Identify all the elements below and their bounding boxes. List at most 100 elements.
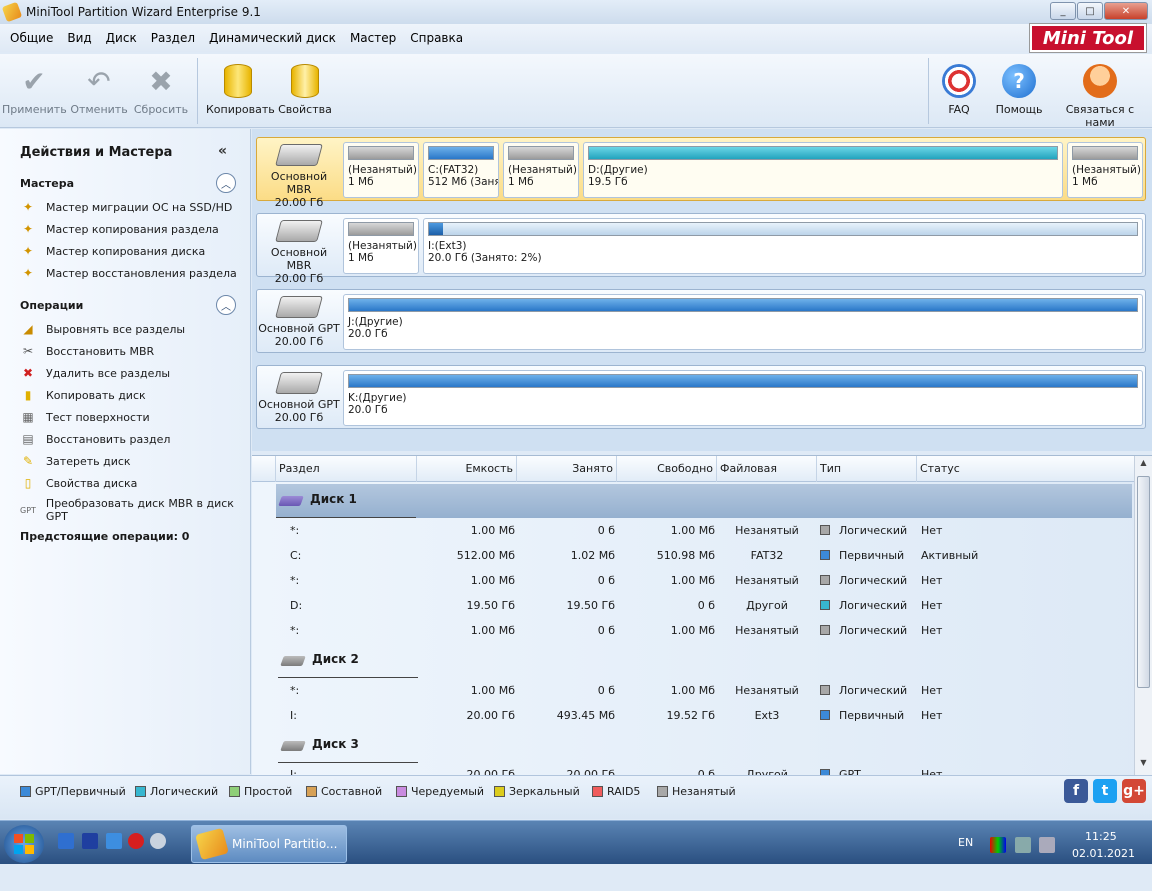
wizards-collapse-icon[interactable]: ︿: [216, 173, 236, 193]
disk-group-row[interactable]: Диск 1: [276, 484, 1132, 518]
network-icon[interactable]: [1015, 837, 1031, 853]
contact-button[interactable]: Связаться с нами: [1052, 64, 1148, 129]
partition-block[interactable]: J:(Другие) 20.0 Гб: [343, 294, 1143, 350]
usage-fill: [429, 223, 444, 235]
table-cell: 20.00 Гб: [466, 768, 515, 775]
table-row[interactable]: *: 1.00 Мб 0 б 1.00 Мб Незанятый Логический Не…: [252, 568, 1134, 593]
properties-icon: ▯: [24, 476, 32, 490]
discard-button[interactable]: ✖ Сбросить: [129, 64, 193, 117]
partition-block[interactable]: I:(Ext3) 20.0 Гб (Занято: 2%): [423, 218, 1143, 274]
partition-block[interactable]: (Незанятый) 1 Мб: [343, 142, 419, 198]
op-copy-disk[interactable]: ▮ Копировать диск: [20, 387, 146, 403]
legend-item: Чередуемый: [396, 785, 484, 798]
table-cell: 1.00 Мб: [470, 624, 515, 637]
partition-block[interactable]: K:(Другие) 20.0 Гб: [343, 370, 1143, 426]
type-color-swatch: [820, 550, 830, 560]
wizard-migrate-os[interactable]: ✦ Мастер миграции ОС на SSD/HD: [20, 199, 232, 215]
clock-date: 02.01.2021: [1072, 847, 1135, 860]
wizard-copy-disk[interactable]: ✦ Мастер копирования диска: [20, 243, 205, 259]
menu-partition[interactable]: Раздел: [151, 31, 195, 45]
wizard-wand-icon: ✦: [22, 222, 34, 236]
table-scrollbar[interactable]: ▲ ▼: [1134, 456, 1152, 775]
apply-label: Применить: [2, 103, 67, 116]
quicklaunch-tool-icon[interactable]: [150, 833, 166, 849]
op-wipe-disk[interactable]: ✎ Затереть диск: [20, 453, 131, 469]
wizard-copy-partition[interactable]: ✦ Мастер копирования раздела: [20, 221, 219, 237]
table-row[interactable]: I: 20.00 Гб 493.45 Мб 19.52 Гб Ext3 Первичный…: [252, 703, 1134, 728]
op-disk-properties[interactable]: ▯ Свойства диска: [20, 475, 138, 491]
start-button[interactable]: [4, 825, 44, 863]
google-plus-icon[interactable]: g+: [1122, 779, 1146, 803]
menu-wizard[interactable]: Мастер: [350, 31, 396, 45]
table-cell: 1.00 Мб: [670, 684, 715, 697]
menu-dynamic-disk[interactable]: Динамический диск: [209, 31, 336, 45]
convert-icon: GPT: [20, 505, 36, 515]
scroll-down-icon[interactable]: ▼: [1135, 758, 1152, 774]
col-capacity[interactable]: Емкость: [417, 456, 517, 482]
taskbar-app-minitool[interactable]: MiniTool Partitio...: [191, 825, 347, 863]
menu-general[interactable]: Общие: [10, 31, 53, 45]
col-type[interactable]: Тип: [817, 456, 917, 482]
scroll-thumb[interactable]: [1137, 476, 1150, 688]
help-button[interactable]: ? Помощь: [987, 64, 1051, 116]
scroll-up-icon[interactable]: ▲: [1135, 458, 1152, 474]
close-button[interactable]: ✕: [1104, 2, 1148, 20]
op-surface-test[interactable]: ▦ Тест поверхности: [20, 409, 149, 425]
quicklaunch-save-icon[interactable]: [82, 833, 98, 849]
disk-map-row-1[interactable]: Основной MBR 20.00 Гб (Незанятый) 1 Мб C:…: [256, 137, 1146, 209]
undo-button[interactable]: ↶ Отменить: [67, 64, 131, 117]
col-filesystem[interactable]: Файловая система: [717, 456, 817, 501]
op-align-partitions[interactable]: ◢ Выровнять все разделы: [20, 321, 185, 337]
twitter-icon[interactable]: t: [1093, 779, 1117, 803]
partition-block[interactable]: (Незанятый) 1 Мб: [1067, 142, 1143, 198]
facebook-icon[interactable]: f: [1064, 779, 1088, 803]
col-used[interactable]: Занято: [517, 456, 617, 482]
partition-block[interactable]: (Незанятый) 1 Мб: [343, 218, 419, 274]
table-row[interactable]: D: 19.50 Гб 19.50 Гб 0 б Другой Логический Нет: [252, 593, 1134, 618]
col-partition[interactable]: Раздел: [276, 456, 417, 482]
menu-help[interactable]: Справка: [410, 31, 463, 45]
table-cell: 1.00 Мб: [470, 574, 515, 587]
table-row[interactable]: *: 1.00 Мб 0 б 1.00 Мб Незанятый Логический Не…: [252, 678, 1134, 703]
disk-group-row[interactable]: Диск 3: [278, 729, 1134, 763]
op-delete-all[interactable]: ✖ Удалить все разделы: [20, 365, 170, 381]
table-row[interactable]: C: 512.00 Мб 1.02 Мб 510.98 Мб FAT32 Первичны…: [252, 543, 1134, 568]
table-cell: Другой: [746, 768, 788, 775]
operations-collapse-icon[interactable]: ︿: [216, 295, 236, 315]
quicklaunch-window-icon[interactable]: [106, 833, 122, 849]
minimize-button[interactable]: _: [1050, 2, 1076, 20]
legend-item: Простой: [229, 785, 292, 798]
col-status[interactable]: Статус: [917, 456, 1134, 482]
legend-bar: GPT/Первичный Логический Простой Составной Ч…: [0, 775, 1152, 819]
display-icon[interactable]: [990, 837, 1006, 853]
partition-block[interactable]: C:(FAT32) 512 Мб (Заня: [423, 142, 499, 198]
disk-map-row-4[interactable]: Основной GPT 20.00 Гб K:(Другие) 20.0 Гб: [256, 365, 1146, 429]
collapse-panel-icon[interactable]: «: [218, 143, 227, 159]
quicklaunch-app-icon[interactable]: [58, 833, 74, 849]
hard-disk-icon: [275, 220, 323, 242]
partition-block[interactable]: (Незанятый) 1 Мб: [503, 142, 579, 198]
apply-button[interactable]: ✔ Применить: [2, 64, 67, 117]
volume-muted-icon[interactable]: [1039, 837, 1055, 853]
op-rebuild-mbr[interactable]: ✂ Восстановить MBR: [20, 343, 154, 359]
copy-button[interactable]: Копировать: [206, 64, 275, 116]
disk-map-row-3[interactable]: Основной GPT 20.00 Гб J:(Другие) 20.0 Гб: [256, 289, 1146, 353]
table-row[interactable]: *: 1.00 Мб 0 б 1.00 Мб Незанятый Логический Не…: [252, 518, 1134, 543]
partition-block[interactable]: D:(Другие) 19.5 Гб: [583, 142, 1063, 198]
disk-map-row-2[interactable]: Основной MBR 20.00 Гб (Незанятый) 1 Мб I:…: [256, 213, 1146, 285]
table-cell: Нет: [921, 599, 943, 612]
table-row[interactable]: *: 1.00 Мб 0 б 1.00 Мб Незанятый Логический Не…: [252, 618, 1134, 643]
menu-disk[interactable]: Диск: [106, 31, 137, 45]
menu-view[interactable]: Вид: [67, 31, 91, 45]
faq-button[interactable]: FAQ: [927, 64, 991, 116]
wizard-recover-partition[interactable]: ✦ Мастер восстановления раздела: [20, 265, 237, 281]
maximize-button[interactable]: □: [1077, 2, 1103, 20]
op-recover-partition[interactable]: ▤ Восстановить раздел: [20, 431, 170, 447]
col-free[interactable]: Свободно: [617, 456, 717, 482]
opera-icon[interactable]: [128, 833, 144, 849]
language-indicator[interactable]: EN: [958, 836, 973, 880]
op-convert-mbr-gpt[interactable]: GPT Преобразовать диск MBR в диск GPT: [20, 497, 250, 523]
disk-group-row[interactable]: Диск 2: [278, 644, 1134, 678]
properties-button[interactable]: Свойства: [273, 64, 337, 116]
table-row[interactable]: J: 20.00 Гб 20.00 Гб 0 б Другой GPT Нет: [252, 762, 1134, 775]
